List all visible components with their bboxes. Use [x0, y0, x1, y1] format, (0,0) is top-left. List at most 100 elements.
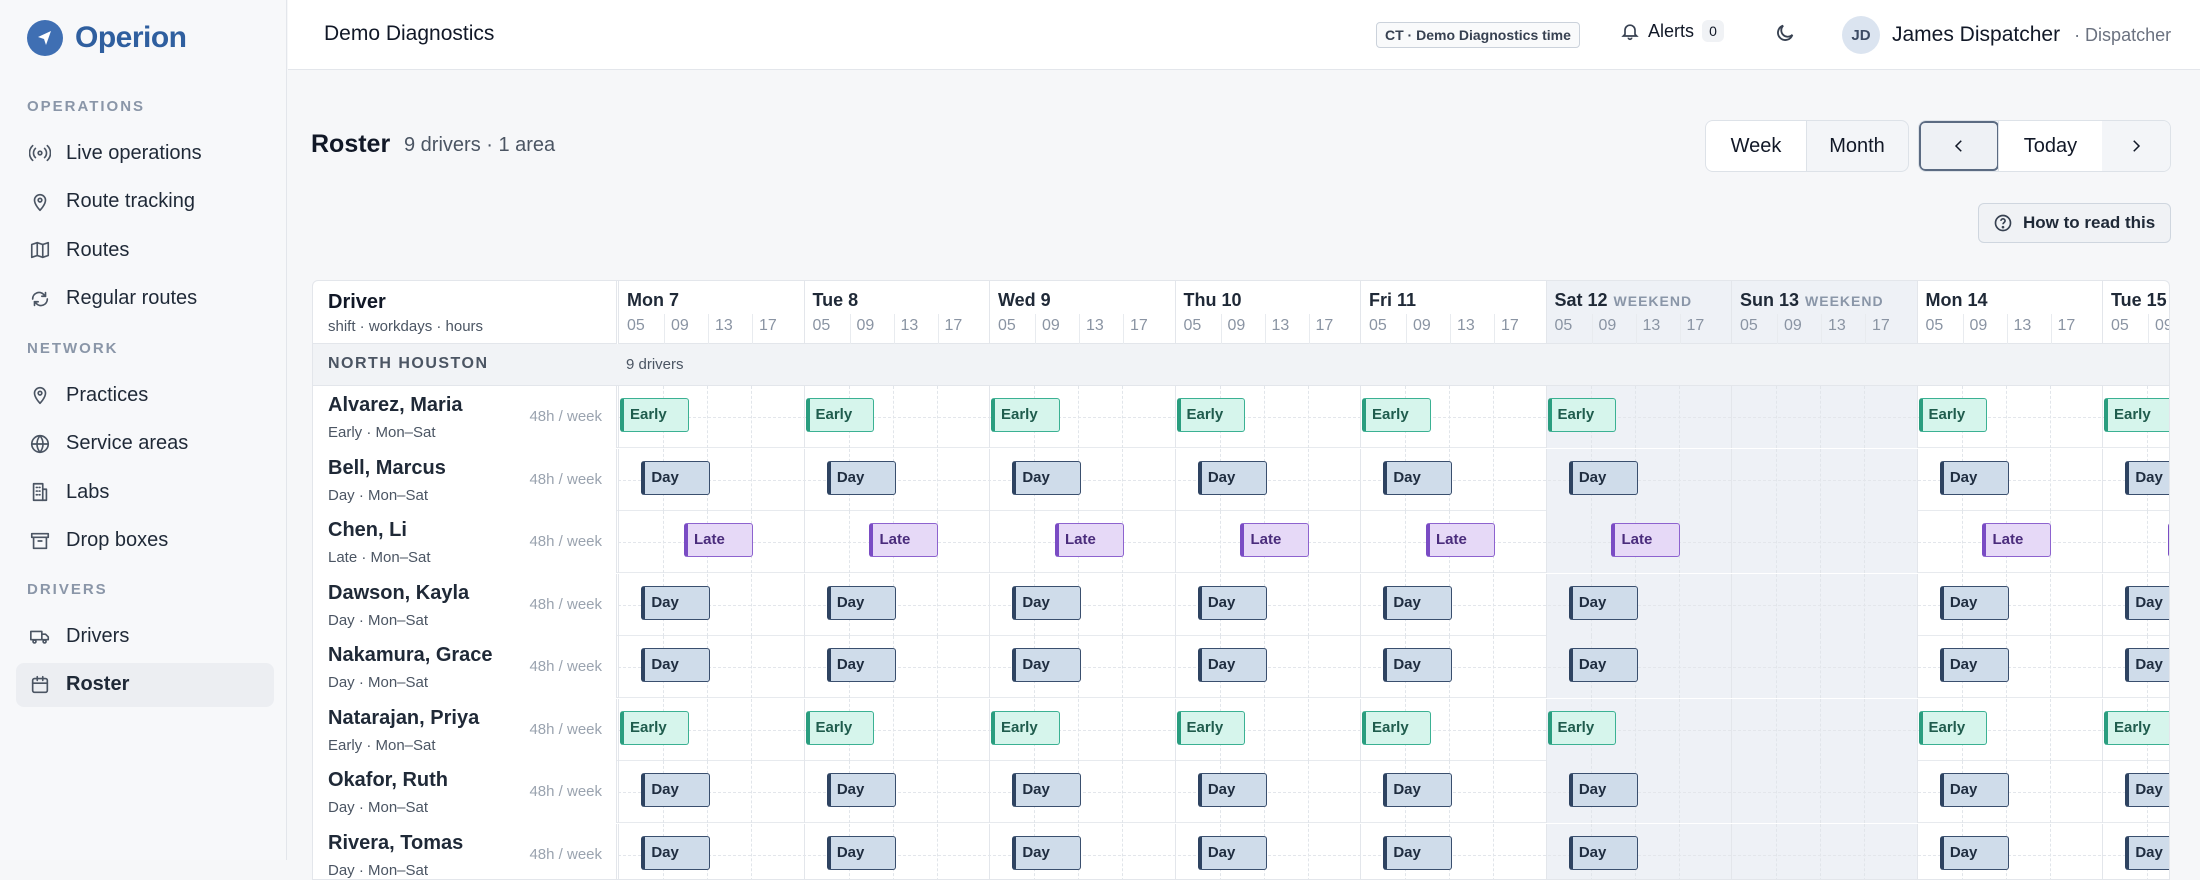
- shift-block-day[interactable]: Day: [641, 586, 710, 620]
- shift-block-early[interactable]: Early: [2104, 711, 2170, 745]
- shift-block-day[interactable]: Day: [1569, 586, 1638, 620]
- shift-block-day[interactable]: Day: [1012, 773, 1081, 807]
- alerts-button[interactable]: Alerts 0: [1620, 20, 1724, 42]
- shift-block-day[interactable]: Day: [1569, 461, 1638, 495]
- area-group-row[interactable]: NORTH HOUSTON 9 drivers: [313, 344, 2170, 386]
- shift-block-early[interactable]: Early: [1548, 398, 1617, 432]
- shift-block-day[interactable]: Day: [827, 648, 896, 682]
- today-button[interactable]: Today: [1999, 121, 2103, 171]
- shift-block-day[interactable]: Day: [1012, 586, 1081, 620]
- shift-block-early[interactable]: Early: [1919, 398, 1988, 432]
- alerts-label: Alerts: [1648, 21, 1694, 42]
- brand-logo[interactable]: Operion: [27, 20, 187, 56]
- theme-toggle-button[interactable]: [1774, 22, 1796, 49]
- shift-block-late[interactable]: Late: [1055, 523, 1124, 557]
- sidebar-item-regular-routes[interactable]: Regular routes: [16, 277, 274, 321]
- sidebar-item-route-tracking[interactable]: Route tracking: [16, 180, 274, 224]
- shift-block-late[interactable]: Late: [869, 523, 938, 557]
- shift-block-day[interactable]: Day: [641, 836, 710, 870]
- previous-week-button[interactable]: [1919, 121, 1999, 171]
- sidebar-item-routes[interactable]: Routes: [16, 228, 274, 272]
- shift-block-day[interactable]: Day: [1383, 773, 1452, 807]
- shift-block-day[interactable]: Day: [2125, 836, 2170, 870]
- shift-block-early[interactable]: Early: [991, 711, 1060, 745]
- sidebar-item-practices[interactable]: Practices: [16, 373, 274, 417]
- shift-block-day[interactable]: Day: [2125, 461, 2170, 495]
- shift-block-late[interactable]: Late: [1982, 523, 2051, 557]
- shift-block-day[interactable]: Day: [1383, 648, 1452, 682]
- shift-block-early[interactable]: Early: [1362, 398, 1431, 432]
- shift-block-late[interactable]: Late: [1426, 523, 1495, 557]
- shift-block-day[interactable]: Day: [827, 836, 896, 870]
- shift-block-early[interactable]: Early: [620, 711, 689, 745]
- shift-block-early[interactable]: Early: [1548, 711, 1617, 745]
- shift-block-day[interactable]: Day: [1198, 461, 1267, 495]
- driver-cell[interactable]: Nakamura, GraceDay · Mon–Sat48h / week: [313, 636, 617, 698]
- shift-block-day[interactable]: Day: [1940, 461, 2009, 495]
- driver-cell[interactable]: Alvarez, MariaEarly · Mon–Sat48h / week: [313, 386, 617, 448]
- shift-block-day[interactable]: Day: [827, 773, 896, 807]
- shift-block-early[interactable]: Early: [620, 398, 689, 432]
- shift-block-early[interactable]: Early: [1362, 711, 1431, 745]
- sidebar-item-labs[interactable]: Labs: [16, 470, 274, 514]
- shift-block-day[interactable]: Day: [1198, 586, 1267, 620]
- day-label: Sun 13WEEKEND: [1740, 290, 1884, 311]
- shift-block-late[interactable]: Late: [1240, 523, 1309, 557]
- shift-block-day[interactable]: Day: [2125, 773, 2170, 807]
- sidebar-item-live-operations[interactable]: Live operations: [16, 131, 274, 175]
- shift-block-day[interactable]: Day: [2125, 648, 2170, 682]
- shift-block-early[interactable]: Early: [2104, 398, 2170, 432]
- shift-block-day[interactable]: Day: [641, 773, 710, 807]
- shift-block-day[interactable]: Day: [1198, 836, 1267, 870]
- view-week-button[interactable]: Week: [1706, 121, 1806, 171]
- sidebar-item-service-areas[interactable]: Service areas: [16, 422, 274, 466]
- shift-block-day[interactable]: Day: [1569, 836, 1638, 870]
- hour-divider: [1592, 314, 1593, 344]
- sidebar-item-drop-boxes[interactable]: Drop boxes: [16, 519, 274, 563]
- shift-block-late[interactable]: Late: [2168, 523, 2170, 557]
- driver-cell[interactable]: Bell, MarcusDay · Mon–Sat48h / week: [313, 449, 617, 511]
- shift-block-day[interactable]: Day: [1940, 648, 2009, 682]
- shift-block-day[interactable]: Day: [1569, 648, 1638, 682]
- shift-block-day[interactable]: Day: [1012, 836, 1081, 870]
- user-menu[interactable]: JD James Dispatcher · Dispatcher: [1842, 16, 2171, 54]
- how-to-read-button[interactable]: How to read this: [1978, 203, 2171, 243]
- shift-block-day[interactable]: Day: [1940, 773, 2009, 807]
- date-navigation: Today: [1918, 120, 2171, 172]
- shift-block-early[interactable]: Early: [1919, 711, 1988, 745]
- shift-block-early[interactable]: Early: [1177, 711, 1246, 745]
- shift-block-day[interactable]: Day: [1198, 773, 1267, 807]
- shift-block-late[interactable]: Late: [684, 523, 753, 557]
- shift-block-early[interactable]: Early: [806, 711, 875, 745]
- sidebar-item-drivers[interactable]: Drivers: [16, 614, 274, 658]
- shift-block-day[interactable]: Day: [1012, 461, 1081, 495]
- shift-block-early[interactable]: Early: [806, 398, 875, 432]
- next-week-button[interactable]: [2102, 121, 2170, 171]
- hour-tick-label: 09: [1970, 317, 1988, 335]
- shift-block-day[interactable]: Day: [1569, 773, 1638, 807]
- shift-block-day[interactable]: Day: [1383, 586, 1452, 620]
- shift-block-day[interactable]: Day: [827, 461, 896, 495]
- shift-block-day[interactable]: Day: [1383, 461, 1452, 495]
- shift-block-early[interactable]: Early: [1177, 398, 1246, 432]
- sidebar-item-roster[interactable]: Roster: [16, 663, 274, 707]
- shift-block-day[interactable]: Day: [1940, 586, 2009, 620]
- day-label-text: Fri 11: [1369, 290, 1416, 310]
- shift-block-day[interactable]: Day: [1012, 648, 1081, 682]
- shift-block-day[interactable]: Day: [827, 586, 896, 620]
- shift-block-day[interactable]: Day: [641, 648, 710, 682]
- shift-block-day[interactable]: Day: [2125, 586, 2170, 620]
- shift-block-day[interactable]: Day: [641, 461, 710, 495]
- shift-block-day[interactable]: Day: [1940, 836, 2009, 870]
- shift-block-early[interactable]: Early: [991, 398, 1060, 432]
- driver-cell[interactable]: Okafor, RuthDay · Mon–Sat48h / week: [313, 761, 617, 823]
- shift-block-late[interactable]: Late: [1611, 523, 1680, 557]
- view-month-button[interactable]: Month: [1806, 121, 1908, 171]
- driver-cell[interactable]: Chen, LiLate · Mon–Sat48h / week: [313, 511, 617, 573]
- shift-block-day[interactable]: Day: [1198, 648, 1267, 682]
- driver-cell[interactable]: Natarajan, PriyaEarly · Mon–Sat48h / wee…: [313, 699, 617, 761]
- day-cell[interactable]: [1731, 824, 1917, 880]
- driver-cell[interactable]: Rivera, TomasDay · Mon–Sat48h / week: [313, 824, 617, 880]
- shift-block-day[interactable]: Day: [1383, 836, 1452, 870]
- driver-cell[interactable]: Dawson, KaylaDay · Mon–Sat48h / week: [313, 574, 617, 636]
